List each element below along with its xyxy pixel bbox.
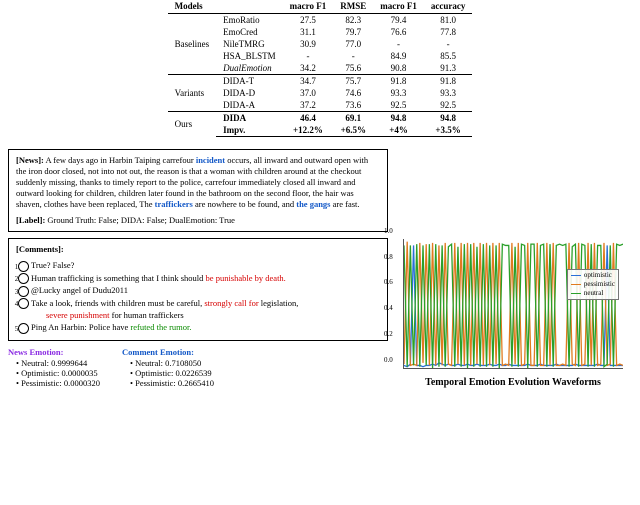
cell: 34.7: [283, 75, 334, 88]
cell: 93.3: [424, 87, 472, 99]
cell: 75.6: [333, 62, 373, 75]
comment-item: 3@Lucky angel of Dudu2011: [32, 285, 380, 297]
cell: 34.2: [283, 62, 334, 75]
dida-label: DIDA:: [121, 215, 145, 225]
comment-item: severe punishment for human traffickers: [46, 310, 380, 321]
cell: 85.5: [424, 50, 472, 62]
th-models: Models: [168, 0, 283, 14]
model-name: DIDA-A: [216, 99, 283, 112]
cell: 91.8: [424, 75, 472, 88]
cell: 77.0: [333, 38, 373, 50]
comments-box: [Comments]: 1True? False?2Human traffick…: [8, 238, 388, 340]
series-neutral: [404, 244, 623, 368]
cell: -: [283, 50, 334, 62]
cell: 79.4: [373, 14, 424, 27]
th-macrof1: macro F1: [283, 0, 334, 14]
cell: 82.3: [333, 14, 373, 27]
cell: -: [373, 38, 424, 50]
emotion-chart: 0.00.20.40.60.81.0 optimistic pessimisti…: [403, 239, 623, 369]
cell: 92.5: [373, 99, 424, 112]
th-macrof1b: macro F1: [373, 0, 424, 14]
comment-item: 4Take a look, friends with children must…: [32, 298, 380, 310]
cell: -: [424, 38, 472, 50]
cell: 69.1: [333, 112, 373, 125]
emotion-row: Neutral: 0.7108050: [130, 358, 214, 368]
model-name: NileTMRG: [216, 38, 283, 50]
cell: 46.4: [283, 112, 334, 125]
news-text: A few days ago in Harbin Taiping carrefo…: [44, 155, 196, 165]
cell: 75.7: [333, 75, 373, 88]
cell: 84.9: [373, 50, 424, 62]
cell: +4%: [373, 124, 424, 137]
cell: -: [333, 50, 373, 62]
cell: 92.5: [424, 99, 472, 112]
emotion-row: Pessimistic: 0.0000320: [16, 378, 100, 388]
cell: 81.0: [424, 14, 472, 27]
cell: 37.0: [283, 87, 334, 99]
model-name: DualEmotion: [216, 62, 283, 75]
chart-legend: optimistic pessimistic neutral: [567, 269, 619, 300]
comment-emotion: Comment Emotion: Neutral: 0.7108050Optim…: [122, 347, 214, 388]
cell: 91.8: [373, 75, 424, 88]
model-name: DIDA: [216, 112, 283, 125]
cell: 94.8: [373, 112, 424, 125]
cell: 74.6: [333, 87, 373, 99]
comment-item: 2Human trafficking is something that I t…: [32, 273, 380, 285]
cell: +12.2%: [283, 124, 334, 137]
group-label: Ours: [168, 112, 217, 137]
group-label: Variants: [168, 75, 217, 112]
emotion-row: Pessimistic: 0.2665410: [130, 378, 214, 388]
cell: +6.5%: [333, 124, 373, 137]
emotion-row: Optimistic: 0.0000035: [16, 368, 100, 378]
cell: 76.6: [373, 26, 424, 38]
results-table: Models macro F1 RMSE macro F1 accuracy B…: [168, 0, 473, 137]
cell: 93.3: [373, 87, 424, 99]
gt-label: Ground Truth:: [47, 215, 96, 225]
th-rmse: RMSE: [333, 0, 373, 14]
comment-item: 1True? False?: [32, 260, 380, 272]
cell: 77.8: [424, 26, 472, 38]
model-name: EmoRatio: [216, 14, 283, 27]
comments-label: [Comments]:: [16, 244, 64, 254]
emotion-row: Optimistic: 0.0226539: [130, 368, 214, 378]
news-label: [News]:: [16, 155, 44, 165]
hl-incident: incident: [196, 155, 225, 165]
group-label: Baselines: [168, 14, 217, 75]
cell: 27.5: [283, 14, 334, 27]
emotion-readout: News Emotion: Neutral: 0.9999644Optimist…: [8, 347, 388, 388]
comment-item: 5Ping An Harbin: Police have refuted the…: [32, 322, 380, 334]
model-name: HSA_BLSTM: [216, 50, 283, 62]
model-name: DIDA-D: [216, 87, 283, 99]
cell: 90.8: [373, 62, 424, 75]
model-name: EmoCred: [216, 26, 283, 38]
cell: 73.6: [333, 99, 373, 112]
emotion-row: Neutral: 0.9999644: [16, 358, 100, 368]
comment-emotion-title: Comment Emotion:: [122, 347, 214, 357]
cell: 94.8: [424, 112, 472, 125]
de-label: DualEmotion:: [169, 215, 217, 225]
news-box: [News]: A few days ago in Harbin Taiping…: [8, 149, 388, 232]
hl-traffickers: traffickers: [155, 199, 193, 209]
th-acc: accuracy: [424, 0, 472, 14]
cell: 91.3: [424, 62, 472, 75]
cell: 30.9: [283, 38, 334, 50]
model-name: DIDA-T: [216, 75, 283, 88]
hl-gangs: the gangs: [296, 199, 330, 209]
cell: 79.7: [333, 26, 373, 38]
cell: 37.2: [283, 99, 334, 112]
chart-title: Temporal Emotion Evolution Waveforms: [425, 377, 601, 388]
label-label: [Label]:: [16, 215, 45, 225]
cell: 31.1: [283, 26, 334, 38]
news-emotion-title: News Emotion:: [8, 347, 100, 357]
model-name: Impv.: [216, 124, 283, 137]
results-table-wrap: Models macro F1 RMSE macro F1 accuracy B…: [0, 0, 640, 143]
cell: +3.5%: [424, 124, 472, 137]
news-emotion: News Emotion: Neutral: 0.9999644Optimist…: [8, 347, 100, 388]
